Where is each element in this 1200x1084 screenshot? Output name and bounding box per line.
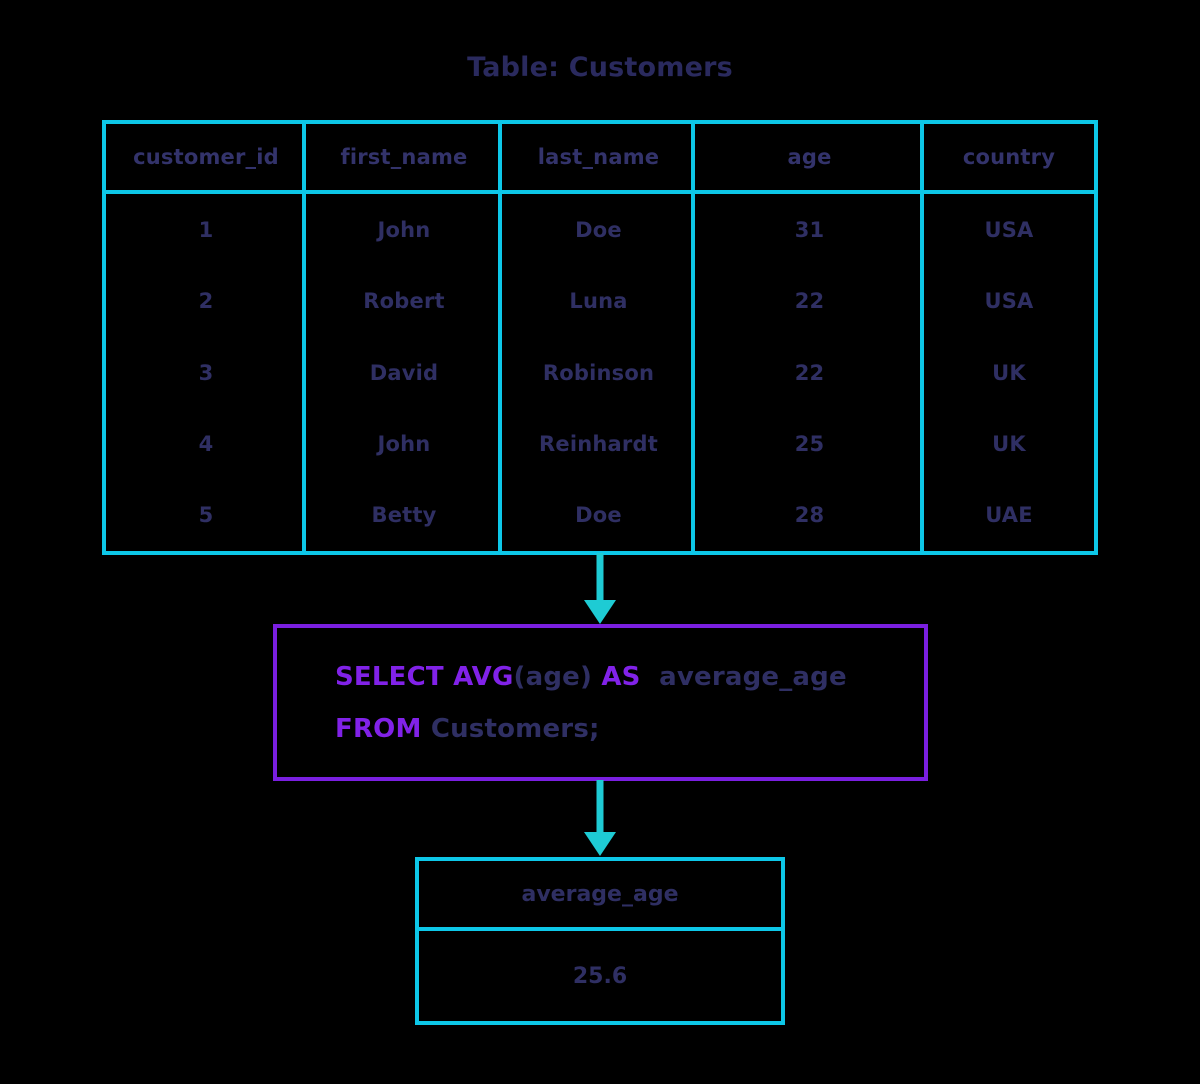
- source-table: customer_id first_name last_name age cou…: [102, 120, 1098, 555]
- cell-age: 22: [794, 289, 825, 314]
- cell-country: USA: [984, 289, 1034, 314]
- column-header-last-name: last_name: [537, 145, 660, 169]
- cell-first-name: Robert: [363, 289, 445, 314]
- table-row: 3 David Robinson 22 UK: [106, 337, 1094, 408]
- cell-country: UK: [992, 431, 1026, 456]
- sql-table-customers: Customers;: [430, 713, 600, 744]
- result-cell-average-age: 25.6: [572, 963, 628, 989]
- column-header-country: country: [962, 145, 1056, 169]
- column-header-first-name: first_name: [340, 145, 468, 169]
- table-row: 2 Robert Luna 22 USA: [106, 265, 1094, 336]
- column-divider: [920, 124, 924, 551]
- cell-age: 22: [794, 360, 825, 385]
- cell-customer-id: 3: [198, 360, 214, 385]
- cell-customer-id: 5: [198, 503, 214, 528]
- sql-argument-age: (age): [513, 661, 593, 692]
- table-row: 5 Betty Doe 28 UAE: [106, 480, 1094, 551]
- page-title: Table: Customers: [467, 52, 733, 83]
- column-header-age: age: [787, 145, 832, 169]
- cell-country: USA: [984, 217, 1034, 242]
- column-header-customer-id: customer_id: [133, 145, 279, 169]
- cell-customer-id: 2: [198, 289, 214, 314]
- cell-first-name: John: [377, 431, 431, 456]
- sql-line-1: SELECT AVG(age) AS average_age: [335, 651, 924, 703]
- cell-age: 25: [794, 431, 825, 456]
- table-row: 1 John Doe 31 USA: [106, 194, 1094, 265]
- cell-customer-id: 4: [198, 431, 214, 456]
- table-body: 1 John Doe 31 USA 2 Robert Luna 22 USA 3…: [106, 194, 1094, 551]
- result-column-header-average-age: average_age: [419, 861, 781, 931]
- sql-keyword-from: FROM: [335, 713, 431, 744]
- cell-age: 31: [794, 217, 825, 242]
- cell-last-name: Reinhardt: [539, 431, 658, 456]
- arrow-table-to-query: [584, 553, 616, 624]
- cell-last-name: Luna: [569, 289, 628, 314]
- sql-alias-average-age: average_age: [649, 661, 847, 692]
- cell-last-name: Doe: [575, 503, 622, 528]
- sql-line-2: FROM Customers;: [335, 703, 924, 755]
- cell-first-name: David: [369, 360, 439, 385]
- result-table: average_age 25.6: [415, 857, 785, 1025]
- arrow-query-to-result: [584, 780, 616, 856]
- sql-keyword-select: SELECT: [335, 661, 454, 692]
- column-divider: [302, 124, 306, 551]
- cell-first-name: Betty: [371, 503, 437, 528]
- cell-customer-id: 1: [198, 217, 214, 242]
- sql-function-avg: AVG: [453, 661, 514, 692]
- sql-query-box: SELECT AVG(age) AS average_age FROM Cust…: [273, 624, 928, 781]
- cell-last-name: Robinson: [542, 360, 655, 385]
- cell-first-name: John: [377, 217, 431, 242]
- table-row: 4 John Reinhardt 25 UK: [106, 408, 1094, 479]
- cell-age: 28: [794, 503, 825, 528]
- cell-country: UK: [992, 360, 1026, 385]
- cell-country: UAE: [985, 503, 1033, 528]
- cell-last-name: Doe: [575, 217, 622, 242]
- column-divider: [498, 124, 502, 551]
- column-divider: [691, 124, 695, 551]
- sql-keyword-as: AS: [592, 661, 650, 692]
- table-header-row: customer_id first_name last_name age cou…: [106, 124, 1094, 194]
